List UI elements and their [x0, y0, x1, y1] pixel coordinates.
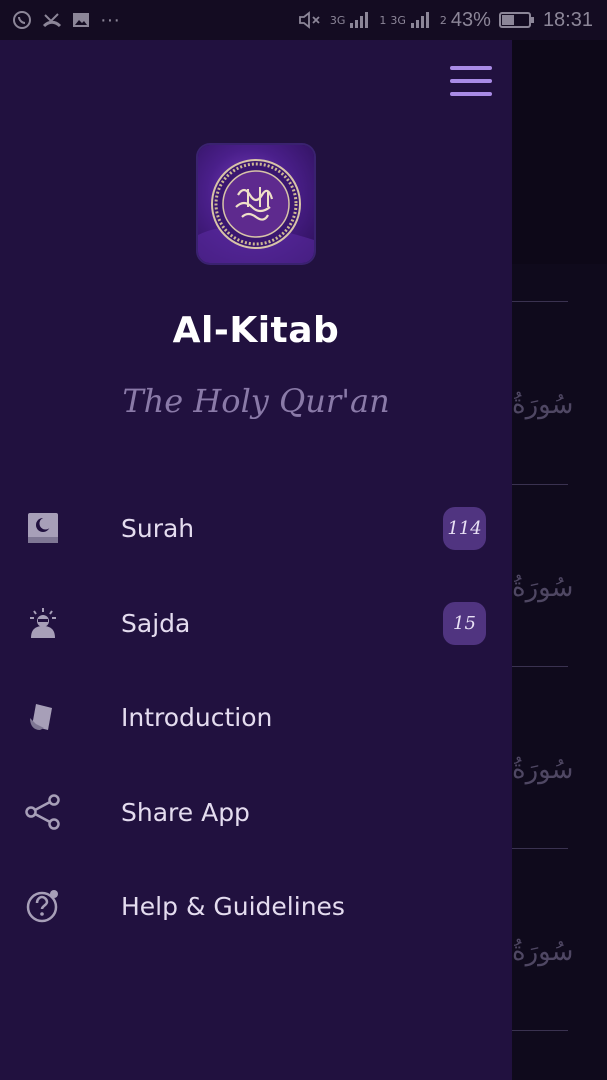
share-icon	[24, 793, 62, 831]
row-divider	[512, 1030, 568, 1031]
signal-2-icon	[410, 11, 432, 29]
menu-item-label: Surah	[121, 513, 195, 543]
row-divider	[512, 301, 568, 302]
status-bar: ··· 3G 1 3G 2 43% 18:31	[0, 0, 607, 40]
network-type-2: 3G	[390, 13, 406, 27]
battery-icon	[498, 11, 535, 29]
sim-2-label: 2	[439, 13, 447, 27]
book-moon-icon	[24, 509, 62, 547]
menu-item-help-guidelines[interactable]: Help & Guidelines	[0, 859, 512, 953]
system-icons: 3G 1 3G 2 43% 18:31	[298, 9, 593, 32]
prayer-person-icon	[24, 604, 62, 642]
list-item[interactable]: سُورَةُ	[512, 573, 607, 603]
menu-item-surah[interactable]: Surah 114	[0, 481, 512, 575]
whatsapp-icon	[12, 10, 32, 30]
gallery-icon	[72, 11, 90, 29]
app-subtitle: The Holy Qur'an	[122, 382, 390, 420]
sajda-count-badge: 15	[443, 601, 486, 645]
hamburger-menu-icon[interactable]	[450, 66, 492, 96]
notification-icons: ···	[12, 9, 120, 32]
missed-call-icon	[42, 10, 62, 30]
network-type-1: 3G	[329, 13, 346, 27]
sim-1-label: 1	[379, 13, 387, 27]
row-divider	[512, 666, 568, 667]
row-divider	[512, 484, 568, 485]
navigation-drawer: Al-Kitab The Holy Qur'an Surah 114 Sajda…	[0, 40, 512, 1080]
menu-item-sajda[interactable]: Sajda 15	[0, 576, 512, 670]
list-header	[512, 40, 607, 264]
row-divider	[512, 848, 568, 849]
list-item[interactable]: سُورَةُ	[512, 755, 607, 785]
surah-count-badge: 114	[443, 506, 486, 550]
menu-item-label: Sajda	[121, 608, 191, 638]
menu-item-introduction[interactable]: Introduction	[0, 670, 512, 764]
menu-item-label: Share App	[121, 797, 250, 827]
signal-1-icon	[349, 11, 371, 29]
more-notifications: ···	[100, 8, 120, 31]
list-item[interactable]: سُورَةُ	[512, 390, 607, 420]
menu-item-label: Introduction	[121, 702, 273, 732]
hand-book-icon	[24, 698, 62, 736]
battery-percent: 43%	[450, 8, 491, 31]
app-title: Al-Kitab	[172, 310, 340, 351]
help-icon	[24, 887, 62, 925]
list-item[interactable]: سُورَةُ	[512, 937, 607, 967]
mute-icon	[298, 10, 322, 30]
menu-item-share-app[interactable]: Share App	[0, 765, 512, 859]
app-logo	[198, 145, 314, 263]
menu-item-label: Help & Guidelines	[121, 891, 345, 921]
clock: 18:31	[542, 8, 593, 31]
